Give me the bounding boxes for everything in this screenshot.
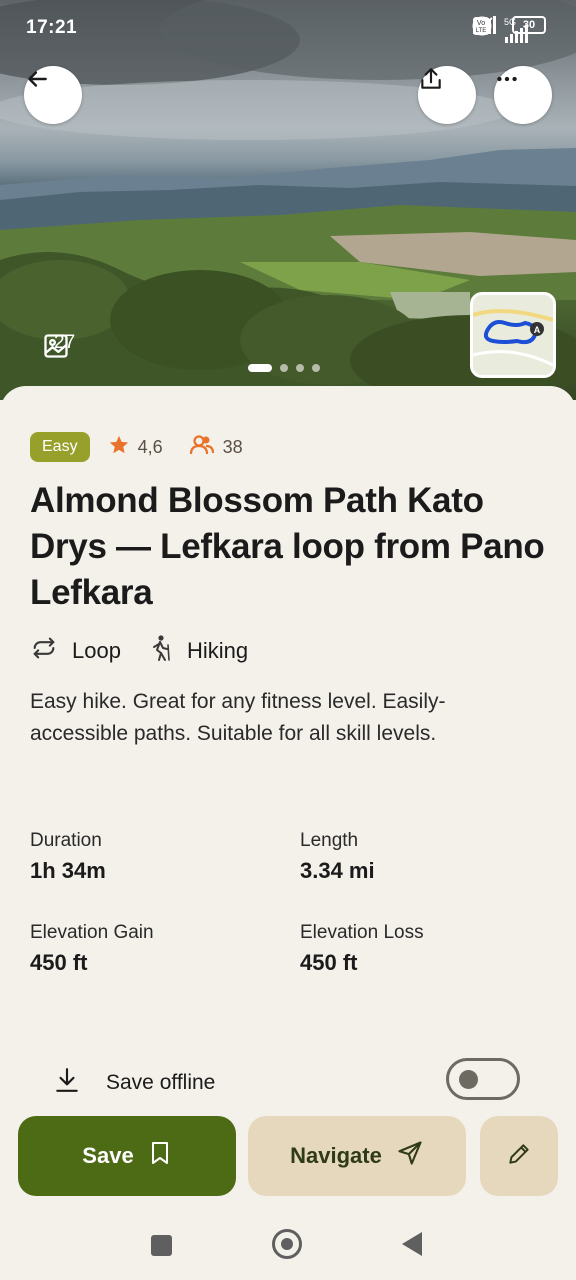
trail-description: Easy hike. Great for any fitness level. …	[30, 690, 446, 745]
more-options-button[interactable]	[494, 66, 552, 124]
status-bar: 17:21 R VoLTE 5G 30	[0, 0, 576, 56]
share-button[interactable]	[418, 66, 476, 124]
svg-text:Vo: Vo	[477, 20, 485, 27]
stat-elevation-loss: Elevation Loss 450 ft	[300, 922, 540, 976]
stat-value: 450 ft	[300, 950, 358, 975]
rating[interactable]: 4,6	[108, 434, 163, 461]
send-arrow-icon	[396, 1139, 424, 1173]
stat-value: 1h 34m	[30, 858, 106, 883]
map-thumbnail[interactable]: A	[470, 292, 556, 378]
stat-value: 450 ft	[30, 950, 88, 975]
hiking-icon	[149, 634, 173, 668]
star-icon	[108, 434, 130, 461]
back-button[interactable]	[24, 66, 82, 124]
status-icons: R VoLTE 5G 30	[472, 16, 546, 43]
stat-value: 3.34 mi	[300, 858, 375, 883]
hero-photo[interactable]: 17:21 R VoLTE 5G 30	[0, 0, 576, 400]
save-button-label: Save	[82, 1143, 134, 1168]
download-icon	[54, 1066, 80, 1100]
bookmark-icon	[148, 1140, 172, 1172]
recents-button[interactable]	[151, 1235, 172, 1256]
loop-icon	[30, 634, 58, 668]
system-back-button[interactable]	[402, 1232, 422, 1256]
save-button[interactable]: Save	[18, 1116, 236, 1196]
stat-length: Length 3.34 mi	[300, 830, 540, 884]
users-icon	[189, 434, 215, 461]
stat-label: Elevation Loss	[300, 922, 424, 943]
save-offline-label: Save offline	[106, 1071, 216, 1094]
stat-elevation-gain: Elevation Gain 450 ft	[30, 922, 270, 976]
save-offline-toggle[interactable]	[446, 1058, 520, 1100]
toggle-knob	[459, 1070, 478, 1089]
activity-label: Hiking	[186, 638, 249, 663]
trail-tags: Loop Hiking	[30, 634, 248, 668]
route-type-tag: Loop	[30, 634, 121, 668]
pagination-dot[interactable]	[280, 364, 288, 372]
trail-title: Almond Blossom Path Kato Drys — Lefkara …	[30, 481, 545, 612]
svg-text:A: A	[534, 325, 541, 335]
pagination-dot[interactable]	[248, 364, 272, 372]
svg-text:LTE: LTE	[476, 28, 487, 34]
pagination-dot[interactable]	[312, 364, 320, 372]
reviews-count[interactable]: 38	[189, 434, 243, 461]
edit-button[interactable]	[480, 1116, 558, 1196]
trail-meta-row: Easy 4,6 38	[30, 432, 243, 462]
carousel-pagination	[248, 364, 320, 372]
stat-label: Elevation Gain	[30, 922, 154, 943]
navigate-button-label: Navigate	[290, 1143, 382, 1168]
stat-label: Duration	[30, 830, 102, 851]
pagination-dot[interactable]	[296, 364, 304, 372]
save-offline-row[interactable]: Save offline	[54, 1066, 215, 1100]
activity-tag: Hiking	[149, 634, 248, 668]
system-navigation-bar	[0, 1210, 576, 1280]
route-map-preview: A	[473, 295, 553, 375]
navigate-button[interactable]: Navigate	[248, 1116, 466, 1196]
status-time: 17:21	[26, 17, 78, 38]
reviews-value: 38	[222, 436, 243, 457]
difficulty-badge: Easy	[30, 432, 90, 462]
home-button[interactable]	[272, 1229, 302, 1259]
bottom-action-bar: Save Navigate	[0, 1108, 576, 1208]
stat-label: Length	[300, 830, 359, 851]
stat-duration: Duration 1h 34m	[30, 830, 270, 884]
rating-value: 4,6	[137, 436, 163, 457]
route-type-label: Loop	[72, 638, 121, 663]
pencil-icon	[506, 1141, 532, 1172]
photo-count-button[interactable]: 27	[42, 332, 75, 358]
